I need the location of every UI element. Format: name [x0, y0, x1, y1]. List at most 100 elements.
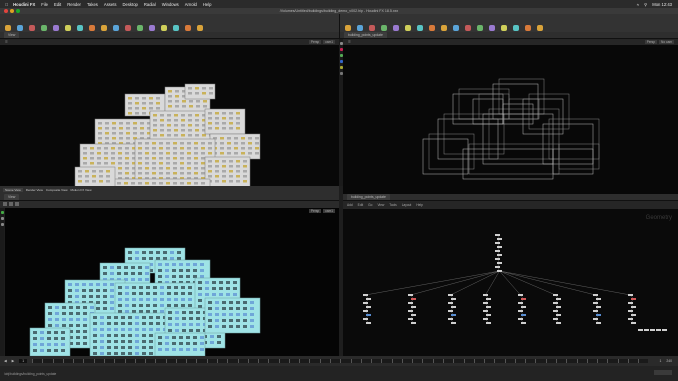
- menu-takes[interactable]: Takes: [87, 2, 98, 7]
- auto-update-button[interactable]: [654, 370, 672, 375]
- window: [209, 87, 213, 90]
- end-frame-field[interactable]: 240: [666, 359, 672, 363]
- shelf-tool[interactable]: [87, 18, 97, 32]
- frame-icon[interactable]: [9, 202, 13, 206]
- window: [198, 305, 202, 308]
- start-frame-field[interactable]: 1: [659, 359, 661, 363]
- top-right-viewport[interactable]: ☰ Persp No cam: [343, 39, 678, 194]
- shelf-tool[interactable]: [379, 18, 389, 32]
- shelf-tool[interactable]: [343, 18, 353, 32]
- shelf-tool[interactable]: [511, 18, 521, 32]
- tab-scene-view[interactable]: Scene View: [3, 188, 23, 192]
- tab-motion-fx-view[interactable]: Motion FX View: [71, 188, 92, 192]
- app-name-menu[interactable]: Houdini FX: [13, 2, 35, 7]
- shelf-tool[interactable]: [475, 18, 485, 32]
- window: [140, 122, 144, 125]
- menu-radial[interactable]: Radial: [144, 2, 156, 7]
- shelf-tool[interactable]: [159, 18, 169, 32]
- move-tool-icon[interactable]: [0, 217, 4, 220]
- shelf-tool[interactable]: [463, 18, 473, 32]
- select-tool-icon[interactable]: [0, 211, 4, 214]
- shelf-tool[interactable]: [523, 18, 533, 32]
- net-menu-add[interactable]: Add: [347, 203, 353, 207]
- close-window-button[interactable]: [4, 9, 8, 13]
- shelf-tool[interactable]: [3, 18, 13, 32]
- shelf-tool[interactable]: [63, 18, 73, 32]
- top-left-viewport[interactable]: ☰ Persp cam1: [0, 39, 339, 186]
- net-menu-layout[interactable]: Layout: [402, 203, 412, 207]
- rotate-tool-icon[interactable]: [0, 223, 4, 226]
- shelf-tool[interactable]: [15, 18, 25, 32]
- shelf-tool[interactable]: [147, 18, 157, 32]
- shelf-tool[interactable]: [123, 18, 133, 32]
- shelf-tool[interactable]: [75, 18, 85, 32]
- play-back-icon[interactable]: ◀: [4, 359, 7, 363]
- tab-view[interactable]: View: [4, 32, 20, 38]
- apple-icon[interactable]: : [5, 2, 8, 7]
- timeline-tick: [514, 359, 516, 363]
- play-icon[interactable]: ▶: [12, 359, 15, 363]
- search-icon[interactable]: ⚲: [644, 2, 647, 7]
- menu-render[interactable]: Render: [67, 2, 81, 7]
- window: [114, 340, 118, 343]
- home-icon[interactable]: [3, 202, 7, 206]
- shelf-tool[interactable]: [355, 18, 365, 32]
- node-network-editor[interactable]: Geometry: [343, 209, 678, 356]
- shelf-tool[interactable]: [99, 18, 109, 32]
- net-menu-edit[interactable]: Edit: [358, 203, 364, 207]
- window: [152, 182, 156, 185]
- net-menu-help[interactable]: Help: [416, 203, 423, 207]
- shelf-tool[interactable]: [427, 18, 437, 32]
- window: [121, 340, 125, 343]
- maximize-window-button[interactable]: [16, 9, 20, 13]
- menu-assets[interactable]: Assets: [104, 2, 117, 7]
- shelf-tool[interactable]: [367, 18, 377, 32]
- minimize-window-button[interactable]: [10, 9, 14, 13]
- shelf-tool[interactable]: [391, 18, 401, 32]
- network-node: [495, 242, 500, 244]
- wifi-icon[interactable]: ≈: [637, 2, 639, 7]
- shelf-tool[interactable]: [111, 18, 121, 32]
- shelf-tool[interactable]: [39, 18, 49, 32]
- bottom-left-viewport[interactable]: Persp cam1: [5, 208, 339, 356]
- menu-desktop[interactable]: Desktop: [122, 2, 137, 7]
- shelf-tool[interactable]: [451, 18, 461, 32]
- window: [145, 157, 149, 160]
- tab-building-points[interactable]: building_points_update: [344, 32, 387, 38]
- shelf-tool[interactable]: [183, 18, 193, 32]
- tab-render-view[interactable]: Render View: [26, 188, 43, 192]
- shelf-tool[interactable]: [171, 18, 181, 32]
- shelf-tool[interactable]: [499, 18, 509, 32]
- snap-icon[interactable]: [15, 202, 19, 206]
- shelf-tool[interactable]: [135, 18, 145, 32]
- window: [61, 343, 65, 346]
- window: [236, 117, 240, 120]
- shelf-tool[interactable]: [403, 18, 413, 32]
- tab-network[interactable]: building_points_update: [347, 194, 390, 200]
- shelf-tool[interactable]: [439, 18, 449, 32]
- shelf-tool-icon: [405, 25, 411, 31]
- window: [54, 349, 58, 352]
- clock[interactable]: Mon 12:43: [652, 2, 672, 7]
- window: [233, 293, 237, 296]
- tab-composite-view[interactable]: Composite View: [46, 188, 68, 192]
- net-menu-view[interactable]: View: [377, 203, 384, 207]
- menu-windows[interactable]: Windows: [162, 2, 179, 7]
- shelf-tool[interactable]: [487, 18, 497, 32]
- menu-edit[interactable]: Edit: [54, 2, 61, 7]
- net-menu-tools[interactable]: Tools: [389, 203, 396, 207]
- shelf-tool[interactable]: [415, 18, 425, 32]
- shelf-tool[interactable]: [51, 18, 61, 32]
- menu-arnold[interactable]: Arnold: [185, 2, 197, 7]
- shelf-tool[interactable]: [195, 18, 205, 32]
- shelf-tool[interactable]: [535, 18, 545, 32]
- timeline-tick: [463, 359, 465, 363]
- net-menu-go[interactable]: Go: [368, 203, 372, 207]
- current-frame-field[interactable]: 1: [19, 359, 28, 363]
- shelf-tool[interactable]: [27, 18, 37, 32]
- menu-help[interactable]: Help: [203, 2, 212, 7]
- menu-file[interactable]: File: [41, 2, 48, 7]
- tab-view[interactable]: View: [4, 194, 20, 200]
- timeline-scrubber[interactable]: [32, 359, 649, 363]
- window: [203, 105, 207, 108]
